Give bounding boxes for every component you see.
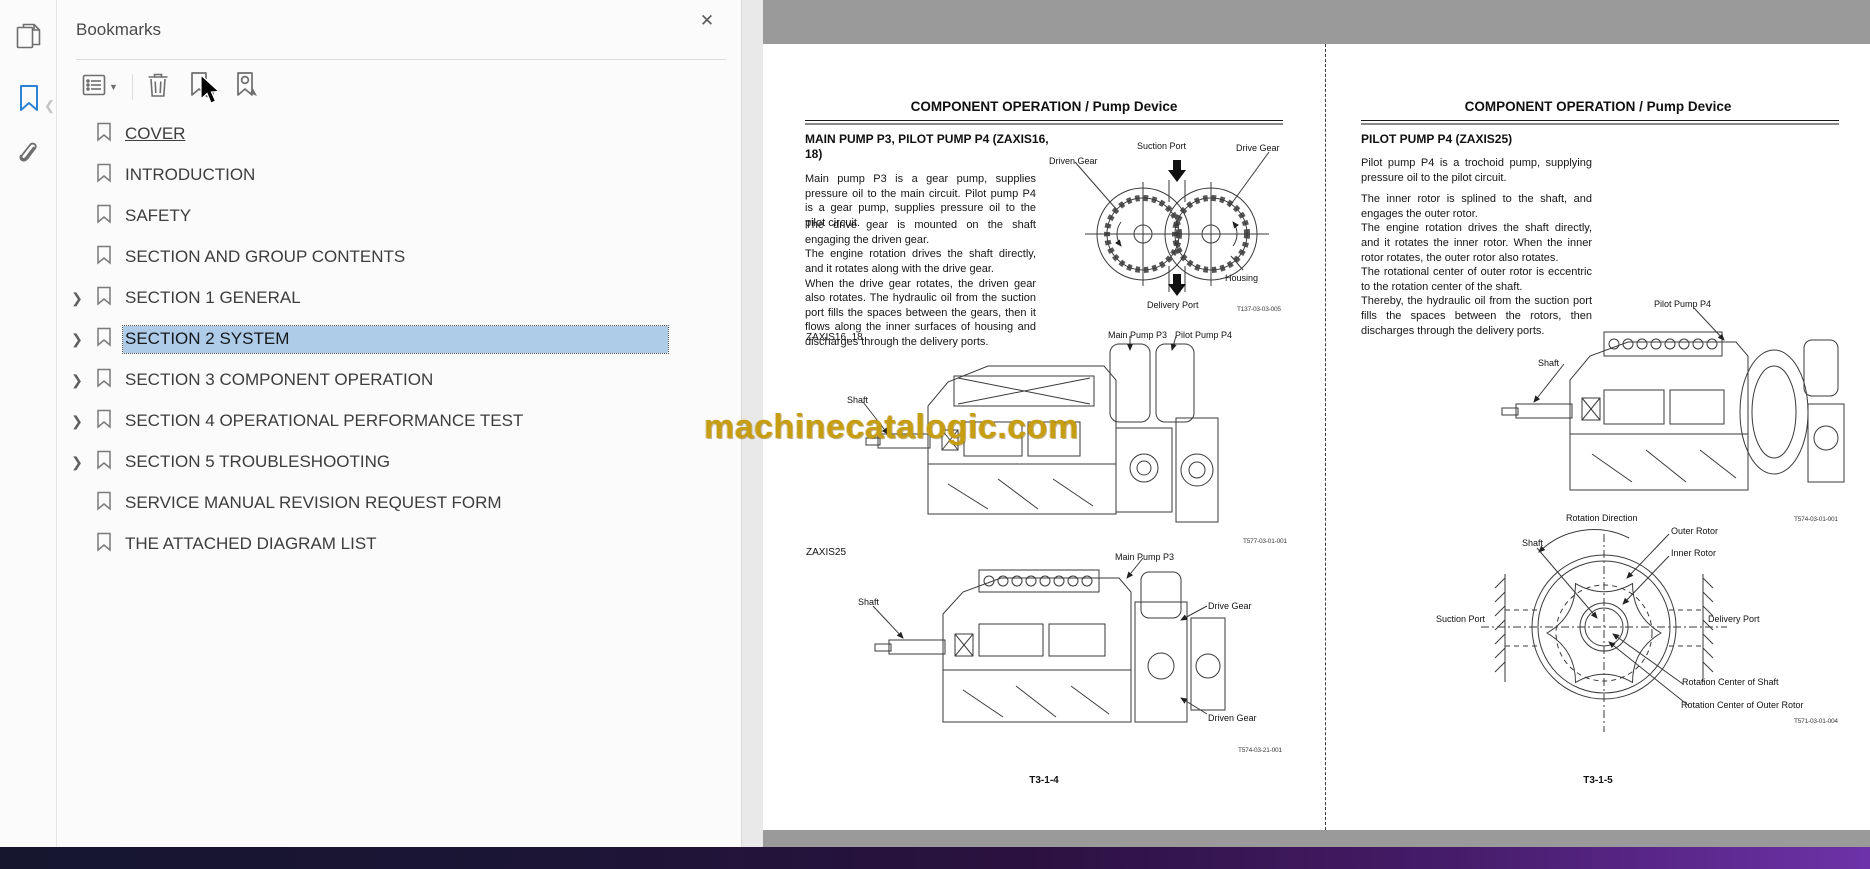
bookmark-label: SERVICE MANUAL REVISION REQUEST FORM (125, 493, 502, 512)
bookmarks-toolbar: ▼ (76, 70, 265, 104)
bookmark-locate-icon (235, 71, 259, 104)
bookmark-item-introduction[interactable]: INTRODUCTION (58, 155, 741, 196)
panel-collapse-chevron[interactable]: ❮ (44, 98, 55, 114)
toolbar-separator (131, 74, 133, 100)
page-header: COMPONENT OPERATION / Pump Device (1464, 99, 1732, 114)
options-list-icon (82, 74, 106, 101)
header-rule (1361, 120, 1839, 125)
acrobat-window: ❮ Bookmarks ✕ ▼ COVER INTRODUCTION SAFET… (0, 0, 1870, 869)
bookmark-item-section-3-component-operation[interactable]: ❯ SECTION 3 COMPONENT OPERATION (58, 360, 741, 401)
bookmark-label: SECTION 2 SYSTEM (122, 325, 669, 354)
expand-chevron-icon[interactable]: ❯ (70, 290, 84, 307)
bookmark-label: THE ATTACHED DIAGRAM LIST (125, 534, 377, 553)
bookmark-item-the-attached-diagram-list[interactable]: THE ATTACHED DIAGRAM LIST (58, 524, 741, 565)
bookmark-ribbon-icon (96, 532, 113, 557)
figure-number: T574-03-01-001 (1794, 516, 1838, 523)
zaxis25-pump-section-figure (851, 562, 1281, 742)
bookmark-options-button[interactable]: ▼ (76, 71, 124, 103)
site-watermark: machinecatalogic.com (704, 408, 1079, 446)
figure-number: T577-03-01-001 (1243, 538, 1287, 545)
trochoid-rotor-figure (1421, 526, 1841, 766)
taskbar-edge (0, 847, 1870, 869)
paragraph-line: The rotational center of outer rotor is … (1361, 266, 1592, 293)
paragraph-line: The drive gear is mounted on the shaft e… (805, 219, 1036, 246)
bookmarks-panel-title: Bookmarks (76, 20, 162, 39)
label-main-pump-p3: Main Pump P3 (1115, 552, 1175, 562)
page-number: T3-1-4 (1029, 775, 1059, 786)
trash-icon (147, 72, 169, 103)
bookmark-label: SECTION 1 GENERAL (125, 288, 301, 307)
panel-divider (76, 59, 726, 60)
label-rotation-direction: Rotation Direction (1566, 513, 1638, 523)
label-pilot-pump-p4: Pilot Pump P4 (1654, 299, 1712, 309)
bookmarks-panel: Bookmarks ✕ ▼ COVER INTRODUCTION SAFETY … (58, 0, 741, 847)
bookmarks-panel-button[interactable] (13, 84, 45, 116)
bookmark-ribbon-icon (96, 327, 113, 352)
header-rule (805, 120, 1283, 125)
navigation-tool-strip: ❮ (0, 0, 57, 847)
label-suction-port: Suction Port (1137, 141, 1187, 151)
pilot-pump-section-figure (1474, 312, 1866, 512)
bookmark-ribbon-icon (96, 491, 113, 516)
bookmark-ribbon-icon (96, 286, 113, 311)
chevron-down-icon: ▼ (109, 82, 118, 92)
paragraph-group: The drive gear is mounted on the shaft e… (805, 218, 1036, 350)
paragraph: Pilot pump P4 is a trochoid pump, supply… (1361, 157, 1592, 184)
page-right-t3-1-5: COMPONENT OPERATION / Pump Device PILOT … (1326, 44, 1870, 830)
paragraph-line: The inner rotor is splined to the shaft,… (1361, 193, 1592, 220)
bookmark-item-section-1-general[interactable]: ❯ SECTION 1 GENERAL (58, 278, 741, 319)
expand-chevron-icon[interactable]: ❯ (70, 372, 84, 389)
bookmark-ribbon-icon (96, 245, 113, 270)
page-header: COMPONENT OPERATION / Pump Device (910, 99, 1178, 114)
figure-number: T137-03-03-005 (1237, 306, 1281, 313)
expand-chevron-icon[interactable]: ❯ (70, 454, 84, 471)
caption-zaxis16-18: ZAXIS16, 18 (806, 332, 863, 343)
bookmark-item-cover[interactable]: COVER (58, 114, 741, 155)
delete-bookmark-button[interactable] (141, 71, 175, 103)
paperclip-icon (17, 140, 41, 173)
bookmark-label: SECTION 4 OPERATIONAL PERFORMANCE TEST (125, 411, 524, 430)
page-number: T3-1-5 (1583, 775, 1613, 786)
expand-chevron-icon[interactable]: ❯ (70, 331, 84, 348)
attachments-button[interactable] (13, 140, 45, 172)
bookmark-item-section-and-group-contents[interactable]: SECTION AND GROUP CONTENTS (58, 237, 741, 278)
expand-current-bookmark-button[interactable] (229, 71, 265, 103)
bookmark-ribbon-icon (96, 204, 113, 229)
bookmark-icon (18, 84, 40, 117)
page-thumbnails-icon (16, 22, 42, 55)
bookmark-item-safety[interactable]: SAFETY (58, 196, 741, 237)
figure-number: T574-03-21-001 (1238, 747, 1282, 754)
bookmark-label: SECTION 5 TROUBLESHOOTING (125, 452, 391, 471)
bookmark-ribbon-icon (96, 450, 113, 475)
section-heading: MAIN PUMP P3, PILOT PUMP P4 (ZAXIS16, 18… (805, 132, 1049, 161)
gear-pump-figure (1065, 152, 1281, 296)
bookmark-item-section-5-troubleshooting[interactable]: ❯ SECTION 5 TROUBLESHOOTING (58, 442, 741, 483)
bookmark-ribbon-icon (96, 409, 113, 434)
paragraph-line: The engine rotation drives the shaft dir… (805, 248, 1036, 275)
bookmark-ribbon-icon (96, 163, 113, 188)
bookmark-item-section-2-system[interactable]: ❯ SECTION 2 SYSTEM (58, 319, 741, 360)
expand-chevron-icon[interactable]: ❯ (70, 413, 84, 430)
bookmark-label: INTRODUCTION (125, 165, 256, 184)
mouse-cursor (199, 73, 223, 111)
bookmark-item-section-4-operational-performance-test[interactable]: ❯ SECTION 4 OPERATIONAL PERFORMANCE TEST (58, 401, 741, 442)
bookmark-ribbon-icon (96, 368, 113, 393)
bookmark-list: COVER INTRODUCTION SAFETY SECTION AND GR… (58, 114, 741, 565)
caption-zaxis25: ZAXIS25 (806, 547, 847, 558)
bookmark-item-service-manual-revision-request-form[interactable]: SERVICE MANUAL REVISION REQUEST FORM (58, 483, 741, 524)
label-pilot-pump-p4: Pilot Pump P4 (1175, 330, 1233, 340)
paragraph-line: The engine rotation drives the shaft dir… (1361, 222, 1592, 264)
page-thumbnails-button[interactable] (13, 22, 45, 54)
bookmark-label: SECTION 3 COMPONENT OPERATION (125, 370, 434, 389)
section-heading: PILOT PUMP P4 (ZAXIS25) (1361, 132, 1513, 146)
bookmark-label: SECTION AND GROUP CONTENTS (125, 247, 406, 266)
bookmark-label: COVER (125, 124, 186, 143)
close-panel-button[interactable]: ✕ (694, 8, 720, 34)
label-main-pump-p3: Main Pump P3 (1108, 330, 1168, 340)
bookmark-ribbon-icon (96, 122, 113, 147)
bookmark-label: SAFETY (125, 206, 192, 225)
